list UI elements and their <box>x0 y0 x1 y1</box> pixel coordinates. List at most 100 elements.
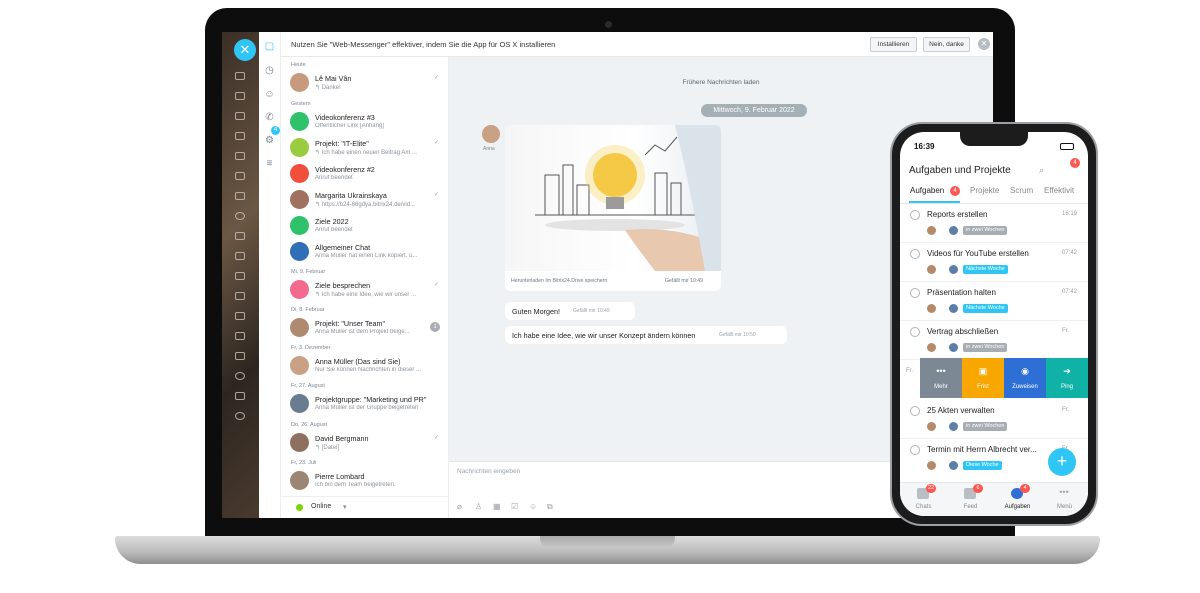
user-icon[interactable]: ♙ <box>475 502 482 511</box>
message-bubble[interactable]: Guten Morgen! Gefällt mir 10:49 <box>505 302 635 320</box>
chat-name: Videokonferenz #3 <box>315 113 375 122</box>
lightbulb-illustration <box>535 125 721 271</box>
app-icon[interactable] <box>235 72 245 80</box>
attach-icon[interactable]: ⌀ <box>457 502 462 511</box>
task-icon[interactable]: ☑ <box>511 502 518 511</box>
close-icon[interactable]: ✕ <box>978 38 990 50</box>
install-button[interactable]: Installieren <box>870 37 917 52</box>
list-item[interactable]: Projekt: "Unser Team" Anna Müller ist de… <box>281 315 448 341</box>
nav-label: Feed <box>963 504 978 510</box>
close-menu-icon[interactable]: ✕ <box>234 39 256 61</box>
avatar <box>949 343 958 352</box>
message-bubble[interactable]: Ich habe eine Idee, wie wir unser Konzep… <box>505 326 787 344</box>
users-icon[interactable] <box>235 212 245 220</box>
nav-chats[interactable]: 22 Chats <box>900 483 947 516</box>
app-icon[interactable] <box>235 152 245 160</box>
image-message[interactable]: Herunterladen Im Bitrix24.Drive speicher… <box>505 125 721 291</box>
list-item[interactable]: Lê Mai Vân ↰ Danke! ✓ <box>281 70 448 96</box>
app-icon[interactable] <box>235 132 245 140</box>
app-icon[interactable] <box>235 352 245 360</box>
more-action-button[interactable]: ••• Mehr <box>920 358 962 398</box>
list-item[interactable]: Ziele 2022 Anruf beendet <box>281 213 448 239</box>
task-checkbox[interactable] <box>910 327 920 337</box>
task-title: 25 Akten verwalten <box>927 406 995 415</box>
list-item[interactable]: Margarita Ukrainskaya ↰ https://b24-66gd… <box>281 187 448 213</box>
task-checkbox[interactable] <box>910 249 920 259</box>
copy-icon[interactable]: ⧉ <box>547 502 553 512</box>
app-icon[interactable] <box>235 172 245 180</box>
smile-icon[interactable]: ☺ <box>529 502 537 511</box>
tab-projekte[interactable]: Projekte <box>970 186 999 195</box>
app-icon[interactable] <box>235 252 245 260</box>
avatar <box>290 280 309 299</box>
app-icon[interactable] <box>235 392 245 400</box>
search-icon[interactable]: ⌕ <box>1039 165 1044 176</box>
task-checkbox[interactable] <box>910 288 920 298</box>
message-input[interactable]: Nachrichten eingeben <box>457 468 520 475</box>
list-item[interactable]: Videokonferenz #2 Anruf beendet <box>281 161 448 187</box>
read-check-icon: ✓ <box>434 282 440 288</box>
chat-name: Allgemeiner Chat <box>315 243 371 252</box>
contacts-icon[interactable]: ☺ <box>264 89 275 100</box>
notes-icon[interactable]: ≡ <box>264 158 275 169</box>
chat-preview: ↰ Ich habe einen neuen Beitrag Am ... <box>315 150 418 156</box>
avatar <box>949 422 958 431</box>
app-icon[interactable] <box>235 332 245 340</box>
nav-feed[interactable]: 6 Feed <box>947 483 994 516</box>
task-checkbox[interactable] <box>910 445 920 455</box>
list-item[interactable]: David Bergmann ↰ [Datei] ✓ <box>281 430 448 456</box>
list-item[interactable]: Allgemeiner Chat Anna Müller hat einen L… <box>281 239 448 265</box>
assign-action-button[interactable]: ◉ Zuweisen <box>1004 358 1046 398</box>
task-title: Termin mit Herrn Albrecht ver... <box>927 445 1037 454</box>
app-icon[interactable] <box>235 232 245 240</box>
ping-action-button[interactable]: ➔ Ping <box>1046 358 1088 398</box>
notification-badge[interactable]: 4 <box>1070 158 1080 168</box>
deadline-badge: in zwei Wochen <box>963 422 1008 431</box>
load-earlier-link[interactable]: Frühere Nachrichten laden <box>449 79 993 86</box>
add-task-button[interactable]: + <box>1048 448 1076 476</box>
history-icon[interactable]: ◷ <box>264 65 275 76</box>
unread-count: 1 <box>430 322 440 332</box>
status-selector[interactable]: Online ▾ <box>281 496 448 518</box>
gear-icon[interactable]: ⚙ <box>264 135 275 146</box>
chat-preview: ↰ https://b24-66gdya.bitrix24.de/vid... <box>315 202 416 208</box>
image-attachment[interactable] <box>505 125 721 271</box>
list-item[interactable]: Pierre Lombard Ich bin dem Team beigetre… <box>281 468 448 494</box>
app-icon[interactable] <box>235 112 245 120</box>
task-checkbox[interactable] <box>910 210 920 220</box>
task-row[interactable]: 25 Akten verwalten Fr. in zwei Wochen <box>900 400 1088 439</box>
app-icon[interactable] <box>235 272 245 280</box>
deadline-action-button[interactable]: ▣ Frist <box>962 358 1004 398</box>
chat-name: Pierre Lombard <box>315 472 365 481</box>
list-item[interactable]: Projekt: "IT-Elite" ↰ Ich habe einen neu… <box>281 135 448 161</box>
settings-icon[interactable] <box>235 412 245 420</box>
app-icon[interactable] <box>235 372 245 380</box>
nav-menu[interactable]: ••• Menü <box>1041 483 1088 516</box>
list-item[interactable]: Anna Müller (Das sind Sie) Nur Sie könne… <box>281 353 448 379</box>
phone-icon[interactable]: ✆ <box>264 112 275 123</box>
image-actions[interactable]: Herunterladen Im Bitrix24.Drive speicher… <box>511 278 607 284</box>
tab-effektivitaet[interactable]: Effektivit <box>1044 186 1074 195</box>
sender-avatar[interactable] <box>482 125 500 143</box>
list-item[interactable]: Ziele besprechen ↰ Ich habe eine Idee, w… <box>281 277 448 303</box>
list-item[interactable]: Videokonferenz #3 Öffentlicher Link [Anh… <box>281 109 448 135</box>
app-icon[interactable] <box>235 312 245 320</box>
app-icon[interactable] <box>235 192 245 200</box>
task-checkbox[interactable] <box>910 406 920 416</box>
decline-button[interactable]: Nein, danke <box>923 37 970 52</box>
tab-aufgaben[interactable]: Aufgaben <box>910 186 944 195</box>
calendar-icon[interactable]: ▦ <box>493 502 501 511</box>
chat-preview: Öffentlicher Link [Anhang] <box>315 123 384 129</box>
tab-scrum[interactable]: Scrum <box>1010 186 1033 195</box>
task-row[interactable]: Präsentation halten 07:42 Nächste Woche <box>900 282 1088 321</box>
task-row[interactable]: Videos für YouTube erstellen 07:42 Nächs… <box>900 243 1088 282</box>
read-check-icon: ✓ <box>434 192 440 198</box>
app-icon[interactable] <box>235 92 245 100</box>
nav-aufgaben[interactable]: 4 Aufgaben <box>994 483 1041 516</box>
task-row[interactable]: Vertrag abschließen Fr. in zwei Wochen <box>900 321 1088 360</box>
chat-icon[interactable]: ▢ <box>264 41 275 52</box>
app-icon[interactable] <box>235 292 245 300</box>
task-row[interactable]: Reports erstellen 16:19 in zwei Wochen <box>900 204 1088 243</box>
list-item[interactable]: Projektgruppe: "Marketing und PR" Anna M… <box>281 391 448 417</box>
swipe-actions: Fr. ••• Mehr ▣ Frist ◉ Zuweisen ➔ Ping <box>900 358 1088 398</box>
